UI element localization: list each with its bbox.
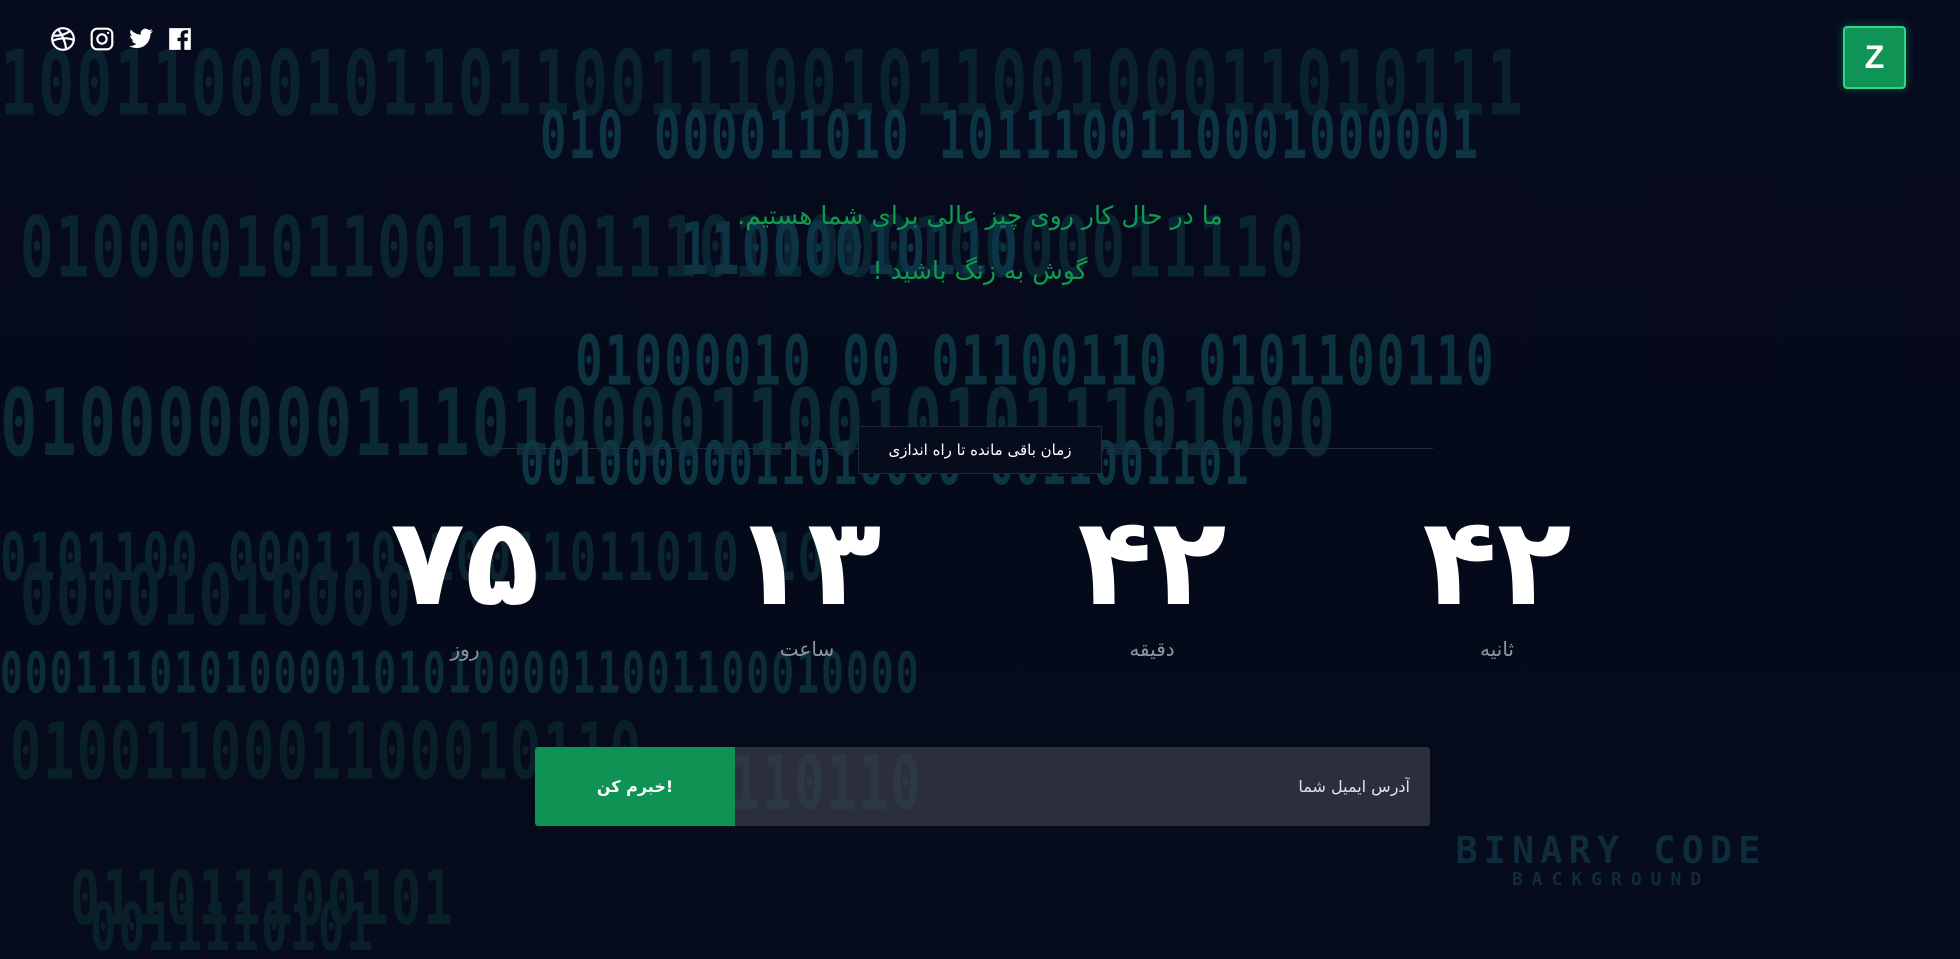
subscribe-form: خبرم کن! <box>535 747 1430 826</box>
minutes-label: دقیقه <box>1129 637 1175 661</box>
seconds-label: ثانیه <box>1480 637 1514 661</box>
notify-me-button[interactable]: خبرم کن! <box>535 747 735 826</box>
watermark-subtitle: BACKGROUND <box>1511 869 1711 890</box>
social-links <box>50 26 193 52</box>
dribbble-icon[interactable] <box>50 26 76 52</box>
facebook-icon[interactable] <box>167 26 193 52</box>
instagram-icon[interactable] <box>89 26 115 52</box>
binary-code-watermark: BINARY CODE BACKGROUND <box>1422 832 1800 890</box>
headline-line-2: گوش به زنگ باشید ! <box>872 256 1088 285</box>
hours-label: ساعت <box>779 637 835 661</box>
countdown-seconds: ۴۲ ثانیه <box>1397 497 1597 661</box>
email-input[interactable] <box>735 747 1430 826</box>
seconds-value: ۴۲ <box>1422 491 1572 633</box>
days-value: ۷۵ <box>390 491 540 633</box>
logo[interactable]: Z <box>1843 26 1906 89</box>
twitter-icon[interactable] <box>128 26 154 52</box>
days-label: روز <box>450 637 480 661</box>
countdown-minutes: ۴۲ دقیقه <box>1052 497 1252 661</box>
countdown-label: زمان باقی مانده تا راه اندازی <box>858 426 1102 474</box>
countdown-hours: ۱۳ ساعت <box>707 497 907 661</box>
hours-value: ۱۳ <box>732 491 882 633</box>
landing-page: 1001100010110110011100101100100011010111… <box>0 0 1960 959</box>
headline-line-1: ما در حال کار روی چیز عالی برای شما هستی… <box>737 201 1223 230</box>
countdown-days: ۷۵ روز <box>365 497 565 661</box>
logo-letter: Z <box>1864 39 1885 75</box>
watermark-title: BINARY CODE <box>1455 829 1767 872</box>
minutes-value: ۴۲ <box>1077 491 1227 633</box>
